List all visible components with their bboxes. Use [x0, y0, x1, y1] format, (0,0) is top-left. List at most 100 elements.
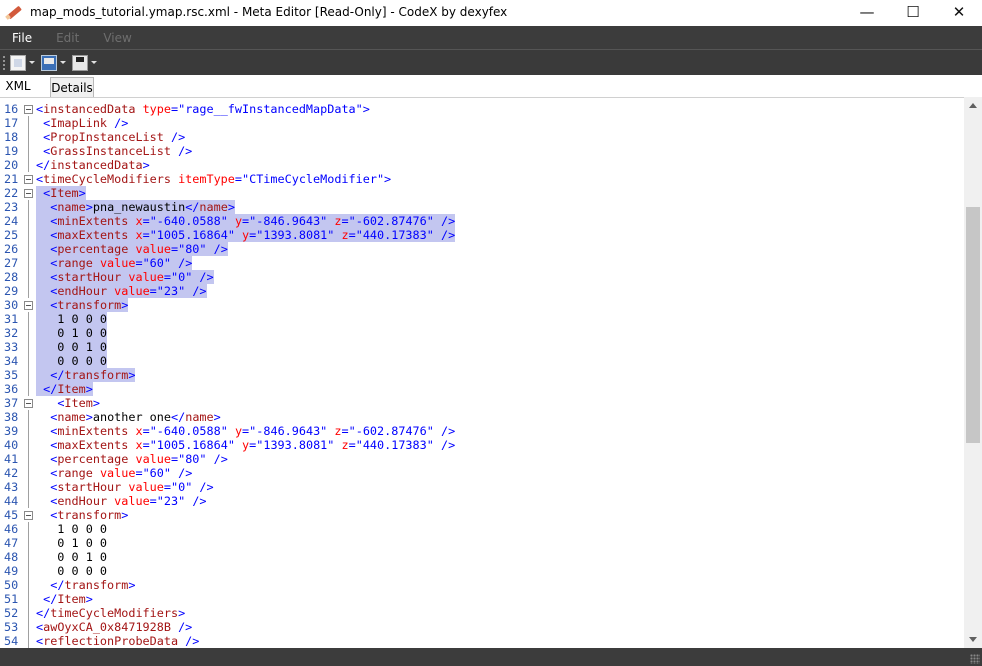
- editor-line[interactable]: 24 <minExtents x="-640.0588" y="-846.964…: [0, 214, 962, 228]
- editor-line[interactable]: 29 <endHour value="23" />: [0, 284, 962, 298]
- code-text: <range value="60" />: [36, 256, 193, 270]
- scroll-down-arrow-icon[interactable]: [969, 637, 977, 642]
- editor-line[interactable]: 34 0 0 0 0: [0, 354, 962, 368]
- editor-line[interactable]: 38 <name>another one</name>: [0, 410, 962, 424]
- open-button[interactable]: [41, 54, 66, 71]
- menu-file[interactable]: File: [0, 31, 44, 45]
- fold-toggle-icon[interactable]: [24, 399, 33, 408]
- fold-toggle-icon[interactable]: [24, 175, 33, 184]
- fold-toggle-icon[interactable]: [24, 511, 33, 520]
- close-button[interactable]: ✕: [936, 0, 982, 24]
- fold-guide: [28, 256, 29, 270]
- editor-line[interactable]: 54 <reflectionProbeData />: [0, 634, 962, 648]
- editor-line[interactable]: 44 <endHour value="23" />: [0, 494, 962, 508]
- open-icon: [41, 54, 57, 71]
- editor-line[interactable]: 30 <transform>: [0, 298, 962, 312]
- editor-line[interactable]: 19 <GrassInstanceList />: [0, 144, 962, 158]
- editor-line[interactable]: 40 <maxExtents x="1005.16864" y="1393.80…: [0, 438, 962, 452]
- maximize-button[interactable]: ☐: [890, 0, 936, 24]
- tab-strip: XML Details: [0, 75, 982, 97]
- line-number: 45: [4, 508, 19, 522]
- editor-line[interactable]: 35 </transform>: [0, 368, 962, 382]
- editor-line[interactable]: 33 0 0 1 0: [0, 340, 962, 354]
- code-text: 0 0 1 0: [36, 340, 108, 354]
- editor-line[interactable]: 47 0 1 0 0: [0, 536, 962, 550]
- vertical-scrollbar[interactable]: [964, 97, 982, 648]
- editor-line[interactable]: 36 </Item>: [0, 382, 962, 396]
- editor-line[interactable]: 45 <transform>: [0, 508, 962, 522]
- editor-line[interactable]: 28 <startHour value="0" />: [0, 270, 962, 284]
- editor-line[interactable]: 49 0 0 0 0: [0, 564, 962, 578]
- line-number: 28: [4, 270, 19, 284]
- editor-line[interactable]: 48 0 0 1 0: [0, 550, 962, 564]
- line-number: 47: [4, 536, 19, 550]
- code-text: 0 0 0 0: [36, 354, 108, 368]
- fold-guide: [28, 410, 29, 424]
- scroll-thumb[interactable]: [966, 207, 980, 443]
- save-dropdown-arrow-icon[interactable]: [91, 61, 97, 64]
- editor-line[interactable]: 52 </timeCycleModifiers>: [0, 606, 962, 620]
- fold-toggle-icon[interactable]: [24, 189, 33, 198]
- menu-view[interactable]: View: [91, 31, 143, 45]
- fold-toggle-icon[interactable]: [24, 105, 33, 114]
- editor-line[interactable]: 53 <awOyxCA_0x8471928B />: [0, 620, 962, 634]
- editor-line[interactable]: 18 <PropInstanceList />: [0, 130, 962, 144]
- toolbar: [0, 49, 982, 75]
- code-text: <transform>: [50, 508, 129, 522]
- xml-editor[interactable]: 16 <instancedData type="rage__fwInstanced…: [0, 97, 982, 648]
- code-text: </transform>: [50, 578, 136, 592]
- code-text: <percentage value="80" />: [50, 452, 228, 466]
- line-number: 32: [4, 326, 19, 340]
- window-controls: — ☐ ✕: [844, 0, 982, 24]
- editor-line[interactable]: 41 <percentage value="80" />: [0, 452, 962, 466]
- code-text: 0 1 0 0: [36, 326, 108, 340]
- editor-line[interactable]: 22 <Item>: [0, 186, 962, 200]
- resize-grip-icon[interactable]: [970, 654, 980, 664]
- fold-guide: [28, 368, 29, 382]
- line-number: 38: [4, 410, 19, 424]
- editor-line[interactable]: 50 </transform>: [0, 578, 962, 592]
- editor-line[interactable]: 39 <minExtents x="-640.0588" y="-846.964…: [0, 424, 962, 438]
- code-text: <name>another one</name>: [50, 410, 221, 424]
- fold-guide: [28, 606, 29, 620]
- menu-edit[interactable]: Edit: [44, 31, 91, 45]
- code-text: <maxExtents x="1005.16864" y="1393.8081"…: [36, 228, 456, 242]
- new-button[interactable]: [10, 54, 35, 71]
- editor-line[interactable]: 27 <range value="60" />: [0, 256, 962, 270]
- line-number: 43: [4, 480, 19, 494]
- editor-line[interactable]: 46 1 0 0 0: [0, 522, 962, 536]
- minimize-button[interactable]: —: [844, 0, 890, 24]
- new-dropdown-arrow-icon[interactable]: [29, 61, 35, 64]
- toolbar-grip-icon[interactable]: [2, 54, 6, 71]
- code-text: <GrassInstanceList />: [43, 144, 193, 158]
- code-text: <instancedData type="rage__fwInstancedMa…: [36, 102, 370, 116]
- open-dropdown-arrow-icon[interactable]: [60, 61, 66, 64]
- tab-xml[interactable]: XML: [0, 75, 36, 97]
- editor-line[interactable]: 20 </instancedData>: [0, 158, 962, 172]
- editor-line[interactable]: 26 <percentage value="80" />: [0, 242, 962, 256]
- editor-line[interactable]: 31 1 0 0 0: [0, 312, 962, 326]
- line-number: 49: [4, 564, 19, 578]
- tab-details[interactable]: Details: [50, 77, 94, 97]
- editor-line[interactable]: 17 <ImapLink />: [0, 116, 962, 130]
- editor-line[interactable]: 16 <instancedData type="rage__fwInstanced…: [0, 102, 962, 116]
- fold-guide: [28, 452, 29, 466]
- editor-line[interactable]: 42 <range value="60" />: [0, 466, 962, 480]
- line-number: 37: [4, 396, 19, 410]
- editor-line[interactable]: 43 <startHour value="0" />: [0, 480, 962, 494]
- save-button[interactable]: [72, 54, 97, 71]
- fold-guide: [28, 382, 29, 396]
- line-number: 22: [4, 186, 19, 200]
- editor-line[interactable]: 37 <Item>: [0, 396, 962, 410]
- line-number: 25: [4, 228, 19, 242]
- code-text: <reflectionProbeData />: [36, 634, 200, 648]
- editor-line[interactable]: 25 <maxExtents x="1005.16864" y="1393.80…: [0, 228, 962, 242]
- line-number: 18: [4, 130, 19, 144]
- code-text: <awOyxCA_0x8471928B />: [36, 620, 193, 634]
- editor-line[interactable]: 23 <name>pna_newaustin</name>: [0, 200, 962, 214]
- scroll-up-arrow-icon[interactable]: [969, 103, 977, 108]
- editor-line[interactable]: 21 <timeCycleModifiers itemType="CTimeCyc…: [0, 172, 962, 186]
- editor-line[interactable]: 32 0 1 0 0: [0, 326, 962, 340]
- fold-toggle-icon[interactable]: [24, 301, 33, 310]
- editor-line[interactable]: 51 </Item>: [0, 592, 962, 606]
